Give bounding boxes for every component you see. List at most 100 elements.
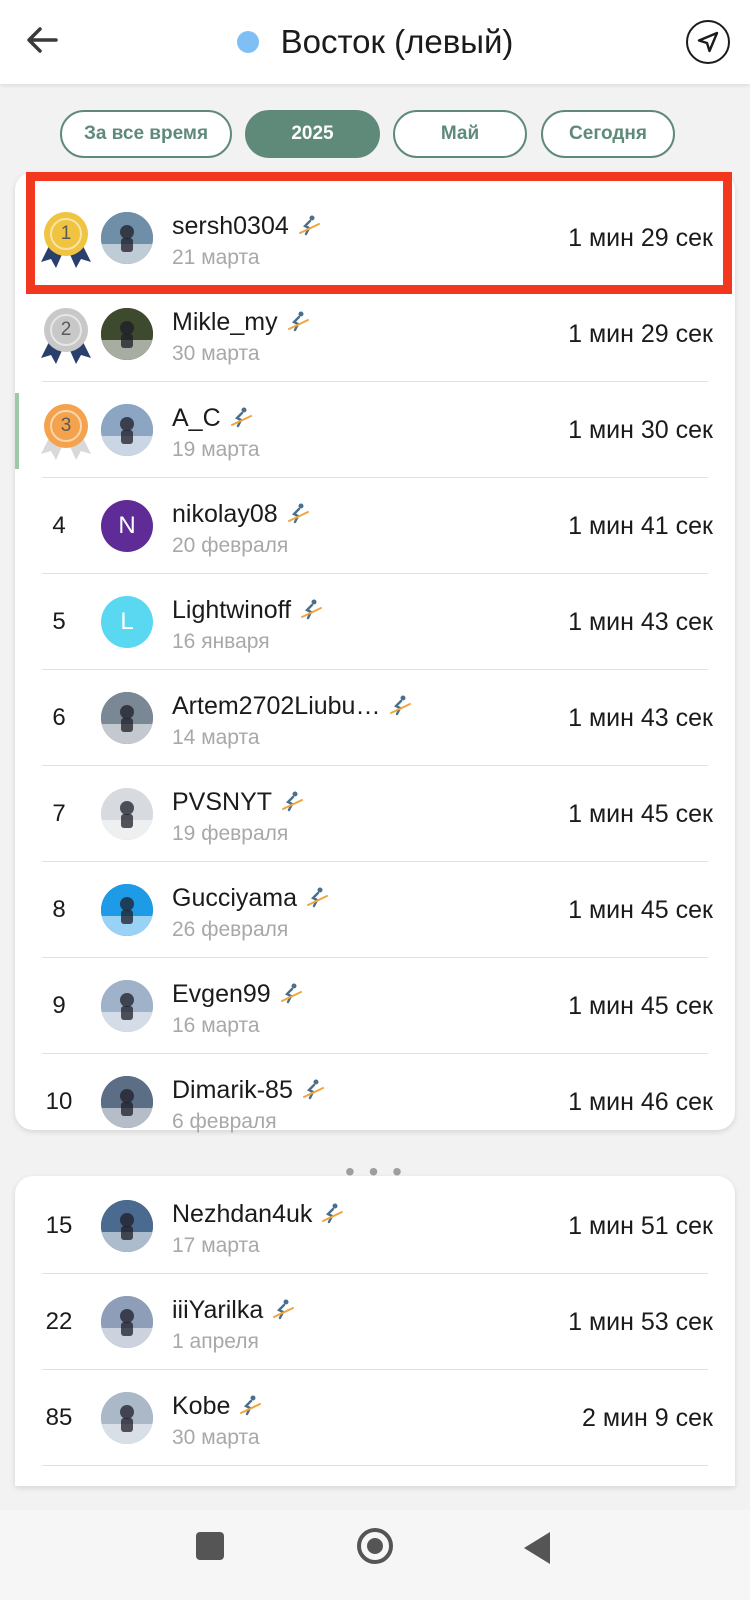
run-date: 19 февраля bbox=[172, 822, 289, 845]
rank-number: 22 bbox=[45, 1308, 73, 1335]
leaderboard-row[interactable]: 9 Evgen99 16 марта 1 мин 45 сек bbox=[15, 958, 735, 1054]
period-filter-bar: За все время 2025 Май Сегодня bbox=[0, 110, 750, 158]
skier-icon bbox=[286, 502, 310, 526]
username: Kobe bbox=[172, 1391, 231, 1420]
leaderboard-row[interactable]: 7 PVSNYT 19 февраля 1 мин 45 сек bbox=[15, 766, 735, 862]
run-date: 30 марта bbox=[172, 1426, 260, 1449]
avatar[interactable] bbox=[101, 788, 153, 840]
filter-2025[interactable]: 2025 bbox=[245, 110, 380, 158]
segment-color-dot bbox=[236, 31, 259, 53]
filter-today[interactable]: Сегодня bbox=[541, 110, 675, 158]
avatar[interactable] bbox=[101, 1200, 153, 1252]
leaderboard-row[interactable]: 3 A_C 19 марта 1 мин 30 сек bbox=[15, 382, 735, 478]
rank-number: 8 bbox=[52, 896, 66, 923]
filter-label: За все время bbox=[83, 123, 209, 144]
avatar[interactable] bbox=[101, 980, 153, 1032]
avatar[interactable] bbox=[101, 692, 153, 744]
leaderboard-row[interactable]: 85 Kobe 30 марта 2 мин 9 сек bbox=[15, 1370, 735, 1466]
leaderboard-row[interactable]: 2 Mikle_my 30 марта 1 мин 29 сек bbox=[15, 286, 735, 382]
skier-icon bbox=[305, 886, 329, 910]
username: iiiYarilka bbox=[172, 1295, 264, 1324]
rank-number: 9 bbox=[52, 992, 66, 1019]
rank-number: 6 bbox=[52, 704, 66, 731]
run-time: 1 мин 30 сек bbox=[568, 415, 713, 444]
avatar[interactable]: N bbox=[101, 500, 153, 552]
skier-icon bbox=[280, 790, 304, 814]
system-back-button[interactable] bbox=[524, 1532, 550, 1564]
skier-icon bbox=[301, 1078, 325, 1102]
run-date: 26 февраля bbox=[172, 918, 289, 941]
username: nikolay08 bbox=[172, 499, 278, 528]
run-time: 1 мин 41 сек bbox=[568, 511, 713, 540]
run-time: 1 мин 45 сек bbox=[568, 799, 713, 828]
avatar[interactable]: L bbox=[101, 596, 153, 648]
run-date: 6 февраля bbox=[172, 1110, 277, 1133]
avatar[interactable] bbox=[101, 404, 153, 456]
username: PVSNYT bbox=[172, 787, 273, 816]
run-date: 14 марта bbox=[172, 726, 260, 749]
run-date: 16 января bbox=[172, 630, 270, 653]
avatar[interactable] bbox=[101, 1392, 153, 1444]
rank-number: 2 bbox=[60, 319, 72, 340]
avatar[interactable] bbox=[101, 1076, 153, 1128]
top-bar: Восток (левый) bbox=[0, 0, 750, 84]
leaderboard-row[interactable]: 4 Nnikolay08 20 февраля 1 мин 41 сек bbox=[15, 478, 735, 574]
username: Lightwinoff bbox=[172, 595, 292, 624]
rank-number: 3 bbox=[60, 415, 72, 436]
avatar[interactable] bbox=[101, 1296, 153, 1348]
rank-number: 85 bbox=[45, 1404, 73, 1431]
run-date: 16 марта bbox=[172, 1014, 260, 1037]
avatar[interactable] bbox=[101, 884, 153, 936]
avatar[interactable] bbox=[101, 308, 153, 360]
username: Artem2702Liubu… bbox=[172, 691, 381, 720]
skier-icon bbox=[229, 406, 253, 430]
run-date: 20 февраля bbox=[172, 534, 289, 557]
navigate-button[interactable] bbox=[686, 20, 730, 64]
page-title: Восток (левый) bbox=[280, 23, 514, 60]
filter-all-time[interactable]: За все время bbox=[60, 110, 232, 158]
rank-number: 7 bbox=[52, 800, 66, 827]
leaderboard-row[interactable]: 15 Nezhdan4uk 17 марта 1 мин 51 сек bbox=[15, 1178, 735, 1274]
rank-number: 10 bbox=[45, 1088, 73, 1115]
leaderboard-top-card: 1 sersh0304 21 марта 1 мин 29 сек 2 Mikle_my 3… bbox=[15, 172, 735, 1133]
skier-icon bbox=[271, 1298, 295, 1322]
bronze-medal-icon: 3 bbox=[37, 400, 95, 462]
rank-number: 5 bbox=[52, 608, 66, 635]
run-date: 1 апреля bbox=[172, 1330, 259, 1353]
run-time: 1 мин 29 сек bbox=[568, 319, 713, 348]
leaderboard-row[interactable]: 10 Dimarik-85 6 февраля 1 мин 46 сек bbox=[15, 1054, 735, 1150]
navigation-arrow-icon bbox=[697, 31, 719, 53]
leaderboard-row[interactable]: 8 Gucciyama 26 февраля 1 мин 45 сек bbox=[15, 862, 735, 958]
run-time: 1 мин 45 сек bbox=[568, 895, 713, 924]
username: Mikle_my bbox=[172, 307, 278, 336]
skier-icon bbox=[320, 1202, 344, 1226]
current-user-marker bbox=[15, 393, 19, 469]
filter-label: Май bbox=[440, 123, 480, 144]
home-button[interactable] bbox=[357, 1528, 393, 1564]
username: Gucciyama bbox=[172, 883, 298, 912]
username: Dimarik-85 bbox=[172, 1075, 293, 1104]
leaderboard-more-card: 15 Nezhdan4uk 17 марта 1 мин 51 сек 22 iiiYar… bbox=[15, 1176, 735, 1486]
username: A_C bbox=[172, 403, 221, 432]
skier-icon bbox=[388, 694, 412, 718]
skier-icon bbox=[238, 1394, 262, 1418]
leaderboard-row[interactable]: 22 iiiYarilka 1 апреля 1 мин 53 сек bbox=[15, 1274, 735, 1370]
skier-icon bbox=[299, 598, 323, 622]
run-time: 2 мин 9 сек bbox=[582, 1403, 713, 1432]
filter-label: 2025 bbox=[291, 123, 334, 144]
filter-may[interactable]: Май bbox=[393, 110, 527, 158]
run-time: 1 мин 43 сек bbox=[568, 607, 713, 636]
recent-apps-button[interactable] bbox=[196, 1532, 224, 1560]
run-time: 1 мин 43 сек bbox=[568, 703, 713, 732]
filter-label: Сегодня bbox=[569, 123, 647, 144]
silver-medal-icon: 2 bbox=[37, 304, 95, 366]
leaderboard-row[interactable]: 5 L Lightwinoff 16 января 1 мин 43 сек bbox=[15, 574, 735, 670]
rank-number: 4 bbox=[52, 512, 66, 539]
run-time: 1 мин 53 сек bbox=[568, 1307, 713, 1336]
selected-row-highlight bbox=[26, 172, 732, 294]
run-date: 17 марта bbox=[172, 1234, 260, 1257]
leaderboard-row[interactable]: 6 Artem2702Liubu… 14 марта 1 мин 43 сек bbox=[15, 670, 735, 766]
run-time: 1 мин 46 сек bbox=[568, 1087, 713, 1116]
run-time: 1 мин 51 сек bbox=[568, 1211, 713, 1240]
avatar-letter: L bbox=[120, 608, 134, 635]
